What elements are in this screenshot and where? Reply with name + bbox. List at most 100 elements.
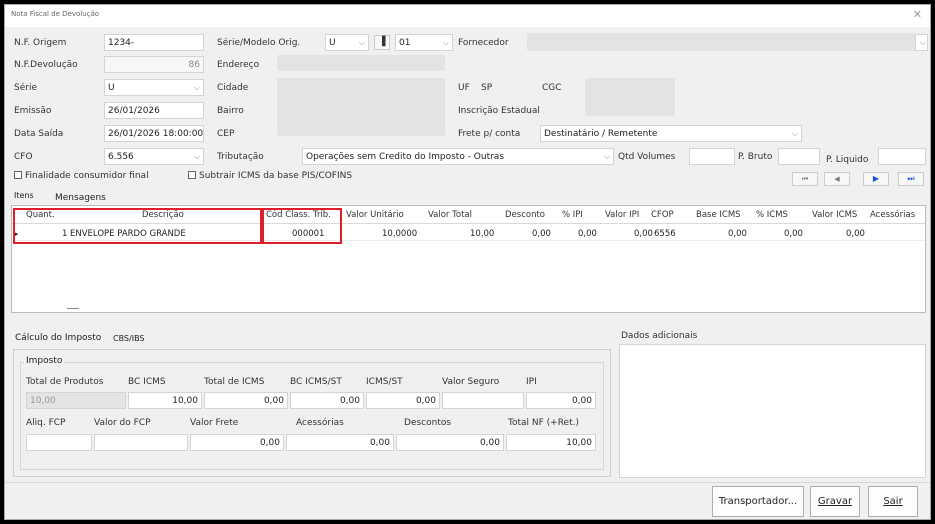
cidade-bairro-redacted: [277, 78, 445, 136]
fornecedor-dropdown[interactable]: ⌵: [915, 34, 928, 51]
col-valor-ipi[interactable]: Valor IPI: [605, 210, 639, 220]
close-icon[interactable]: ✕: [913, 8, 922, 21]
cell-valor-total: 10,00: [470, 229, 495, 239]
nf-devolucao-input[interactable]: 86: [104, 56, 204, 73]
fornecedor-redacted[interactable]: [527, 33, 915, 51]
endereco-redacted: [277, 55, 445, 71]
cell-base-icms: 0,00: [728, 229, 747, 239]
imposto-group-title: Imposto: [24, 356, 65, 366]
valor-frete-input[interactable]: 0,00: [190, 434, 284, 451]
subtrair-checkbox[interactable]: Subtrair ICMS da base PIS/COFINS: [188, 171, 352, 181]
col-desconto[interactable]: Desconto: [505, 210, 545, 220]
chevron-down-icon: ⌵: [358, 38, 365, 47]
emissao-input[interactable]: 26/01/2026: [104, 102, 204, 119]
p-bruto-input[interactable]: [778, 148, 820, 165]
descontos-label: Descontos: [404, 418, 452, 428]
nav-last-button[interactable]: ⏭: [898, 172, 924, 186]
cgc-redacted: [585, 78, 675, 116]
cell-desconto: 0,00: [532, 229, 551, 239]
bc-icms-st-label: BC ICMS/ST: [290, 377, 342, 387]
valor-frete-label: Valor Frete: [190, 418, 239, 428]
frete-value: Destinatário / Remetente: [544, 129, 658, 139]
cgc-label: CGC: [542, 83, 562, 93]
cell-pct-icms: 0,00: [784, 229, 803, 239]
cfo-select[interactable]: 6.556 ⌵: [104, 148, 204, 165]
finalidade-label: Finalidade consumidor final: [25, 171, 149, 181]
p-liquido-input[interactable]: [878, 148, 926, 165]
chevron-down-icon: ⌵: [603, 152, 610, 161]
col-valor-icms[interactable]: Valor ICMS: [812, 210, 857, 220]
tab-cbs-ibs[interactable]: CBS/IBS: [113, 334, 145, 343]
prev-record-icon: ◀: [834, 175, 840, 183]
cfo-value: 6.556: [108, 152, 134, 162]
serie-select[interactable]: U ⌵: [104, 79, 204, 96]
tributacao-select[interactable]: Operações sem Credito do Imposto - Outra…: [302, 148, 614, 165]
cell-pct-ipi: 0,00: [578, 229, 597, 239]
total-produtos-input: 10,00: [26, 392, 126, 409]
serie-label: Série: [14, 83, 37, 93]
nf-origem-input[interactable]: 1234-: [104, 34, 204, 51]
lookup-button[interactable]: ▐: [374, 35, 390, 50]
data-saida-input[interactable]: 26/01/2026 18:00:00: [104, 125, 204, 142]
gravar-button[interactable]: Gravar: [810, 486, 860, 517]
col-cfop[interactable]: CFOP: [651, 210, 674, 220]
nav-prev-button[interactable]: ◀: [824, 172, 850, 186]
window-title: Nota Fiscal de Devolução: [11, 10, 100, 18]
ipi-label: IPI: [526, 377, 537, 387]
col-valor-total[interactable]: Valor Total: [428, 210, 472, 220]
bc-icms-st-input[interactable]: 0,00: [290, 392, 364, 409]
col-pct-ipi[interactable]: % IPI: [562, 210, 583, 220]
col-valor-unitario[interactable]: Valor Unitário: [346, 210, 404, 220]
bc-icms-input[interactable]: 10,00: [128, 392, 202, 409]
col-base-icms[interactable]: Base ICMS: [696, 210, 741, 220]
p-bruto-label: P. Bruto: [738, 152, 773, 162]
highlight-box-cod-class: [262, 208, 342, 244]
qtd-volumes-input[interactable]: [689, 148, 735, 165]
col-pct-icms[interactable]: % ICMS: [756, 210, 788, 220]
valor-seguro-label: Valor Seguro: [442, 377, 500, 387]
cidade-label: Cidade: [217, 83, 249, 93]
nav-first-button[interactable]: ⏮: [792, 172, 818, 186]
nf-origem-label: N.F. Origem: [14, 38, 67, 48]
icms-st-input[interactable]: 0,00: [366, 392, 440, 409]
bc-icms-label: BC ICMS: [128, 377, 166, 387]
valor-seguro-input[interactable]: [442, 392, 524, 409]
total-produtos-label: Total de Produtos: [26, 377, 104, 387]
total-nf-input[interactable]: 10,00: [506, 434, 596, 451]
subtrair-label: Subtrair ICMS da base PIS/COFINS: [199, 171, 353, 181]
qtd-volumes-label: Qtd Volumes: [618, 152, 676, 162]
nota-fiscal-window: Nota Fiscal de Devolução ✕ N.F. Origem 1…: [4, 4, 931, 520]
sair-button[interactable]: Sair: [868, 486, 918, 517]
tab-mensagens[interactable]: Mensagens: [55, 193, 106, 203]
valor-fcp-input[interactable]: [94, 434, 188, 451]
serie-orig-value: U: [329, 38, 336, 48]
serie-modelo-label: Série/Modelo Orig.: [217, 38, 301, 48]
cell-cfop: 6556: [654, 229, 676, 239]
total-nf-label: Total NF (+Ret.): [508, 418, 579, 428]
serie-orig-select[interactable]: U ⌵: [325, 34, 369, 51]
data-saida-label: Data Saída: [14, 129, 64, 139]
cep-label: CEP: [217, 129, 235, 139]
grid-splitter[interactable]: [67, 308, 79, 309]
acessorias-input[interactable]: 0,00: [286, 434, 394, 451]
col-acessorias[interactable]: Acessórias: [870, 210, 915, 220]
checkbox-box: [188, 171, 196, 179]
chevron-down-icon: ⌵: [193, 152, 200, 161]
frete-select[interactable]: Destinatário / Remetente ⌵: [540, 125, 802, 142]
aliq-fcp-input[interactable]: [26, 434, 92, 451]
uf-value: SP: [481, 83, 493, 93]
finalidade-checkbox[interactable]: Finalidade consumidor final: [14, 171, 149, 181]
next-record-icon: ▶: [872, 174, 880, 183]
dados-adicionais-textarea[interactable]: [619, 344, 926, 478]
transportador-button[interactable]: Transportador...: [712, 486, 804, 517]
tab-itens[interactable]: Itens: [14, 191, 34, 200]
ipi-input[interactable]: 0,00: [526, 392, 596, 409]
icms-st-label: ICMS/ST: [366, 377, 403, 387]
chevron-down-icon: ⌵: [193, 83, 200, 92]
nav-next-button[interactable]: ▶: [863, 172, 889, 186]
total-icms-input[interactable]: 0,00: [204, 392, 288, 409]
descontos-input[interactable]: 0,00: [396, 434, 504, 451]
modelo-select[interactable]: 01 ⌵: [395, 34, 453, 51]
tab-calculo-imposto[interactable]: Cálculo do Imposto: [15, 333, 101, 343]
inscricao-label: Inscrição Estadual: [458, 106, 540, 116]
